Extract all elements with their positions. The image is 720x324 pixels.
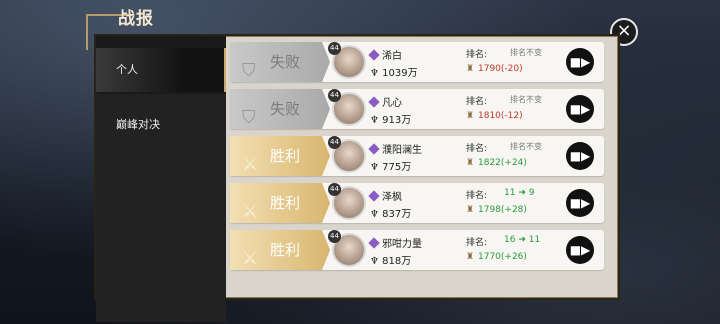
level-badge: 44 <box>328 42 341 55</box>
medal-icon: ♜ <box>466 252 475 262</box>
score-change: 1798(+28) <box>478 205 527 215</box>
battle-record-row[interactable]: ⚔ 胜利 44 濮阳澜生 ♆ 775万 排名: 排名不变 ♜ 1822(+24)… <box>230 136 604 176</box>
result-label: 胜利 <box>269 147 300 165</box>
rank-label: 排名: <box>466 50 488 60</box>
score-change: 1770(+26) <box>478 252 527 262</box>
page-title: 战报 <box>118 9 154 29</box>
replay-button[interactable]: ■▶ <box>566 189 594 217</box>
score-change: 1822(+24) <box>478 158 527 168</box>
medal-icon: ♜ <box>466 64 475 74</box>
battle-record-row[interactable]: ⛉ 失败 44 凡心 ♆ 913万 排名: 排名不变 ♜ 1810(-12) ■… <box>230 89 604 129</box>
player-name: 邪咁力量 <box>368 235 422 250</box>
tab-label: 个人 <box>116 63 138 76</box>
battle-record-row[interactable]: ⚔ 胜利 44 邪咁力量 ♆ 818万 排名: 16 ➜ 11 ♜ 1770(+… <box>230 230 604 270</box>
rank-label: 排名: <box>466 238 488 248</box>
power-icon: ♆ <box>370 162 383 173</box>
level-badge: 44 <box>328 230 341 243</box>
result-badge: ⚔ 胜利 <box>230 230 330 270</box>
replay-button[interactable]: ■▶ <box>566 48 594 76</box>
video-camera-icon: ■▶ <box>569 102 591 116</box>
rank-label: 排名: <box>466 144 488 154</box>
tab-peak-duel[interactable]: 巅峰对决 <box>96 94 226 322</box>
result-label: 胜利 <box>269 194 300 212</box>
sidebar: 个人 巅峰对决 <box>96 36 226 322</box>
rank-change: 11 ➜ 9 <box>504 188 535 198</box>
power-value: ♆ 913万 <box>370 115 412 126</box>
power-icon: ♆ <box>370 115 383 126</box>
power-value: ♆ 1039万 <box>370 68 418 79</box>
result-label: 失败 <box>269 100 300 118</box>
level-badge: 44 <box>328 183 341 196</box>
level-badge: 44 <box>328 136 341 149</box>
result-badge: ⛉ 失败 <box>230 42 330 82</box>
power-value: ♆ 837万 <box>370 209 412 220</box>
power-icon: ♆ <box>370 256 383 267</box>
replay-button[interactable]: ■▶ <box>566 95 594 123</box>
medal-icon: ♜ <box>466 111 475 121</box>
result-badge: ⚔ 胜利 <box>230 183 330 223</box>
battle-record-row[interactable]: ⚔ 胜利 44 泽枫 ♆ 837万 排名: 11 ➜ 9 ♜ 1798(+28)… <box>230 183 604 223</box>
power-icon: ♆ <box>370 209 383 220</box>
rank-label: 排名: <box>466 97 488 107</box>
video-camera-icon: ■▶ <box>569 196 591 210</box>
rank-change: 16 ➜ 11 <box>504 235 541 245</box>
purple-gem-icon <box>368 96 380 108</box>
replay-button[interactable]: ■▶ <box>566 142 594 170</box>
power-value: ♆ 818万 <box>370 256 412 267</box>
result-label: 胜利 <box>269 241 300 259</box>
player-name: 浠白 <box>368 47 402 62</box>
result-badge: ⚔ 胜利 <box>230 136 330 176</box>
battle-record-row[interactable]: ⛉ 失败 44 浠白 ♆ 1039万 排名: 排名不变 ♜ 1790(-20) … <box>230 42 604 82</box>
player-name: 泽枫 <box>368 188 402 203</box>
rank-status: 排名不变 <box>510 95 542 104</box>
medal-icon: ♜ <box>466 205 475 215</box>
tab-label: 巅峰对决 <box>116 118 160 131</box>
score-change: 1790(-20) <box>478 64 523 74</box>
rank-label: 排名: <box>466 191 488 201</box>
replay-button[interactable]: ■▶ <box>566 236 594 264</box>
rank-status: 排名不变 <box>510 142 542 151</box>
medal-icon: ♜ <box>466 158 475 168</box>
close-icon: × <box>616 20 632 41</box>
power-icon: ♆ <box>370 68 383 79</box>
purple-gem-icon <box>368 190 380 202</box>
result-badge: ⛉ 失败 <box>230 89 330 129</box>
score-change: 1810(-12) <box>478 111 523 121</box>
video-camera-icon: ■▶ <box>569 149 591 163</box>
video-camera-icon: ■▶ <box>569 55 591 69</box>
tab-personal[interactable]: 个人 <box>96 48 226 92</box>
level-badge: 44 <box>328 89 341 102</box>
power-value: ♆ 775万 <box>370 162 412 173</box>
player-name: 凡心 <box>368 94 402 109</box>
purple-gem-icon <box>368 237 380 249</box>
video-camera-icon: ■▶ <box>569 243 591 257</box>
purple-gem-icon <box>368 143 380 155</box>
rank-status: 排名不变 <box>510 48 542 57</box>
result-label: 失败 <box>269 53 300 71</box>
purple-gem-icon <box>368 49 380 61</box>
player-name: 濮阳澜生 <box>368 141 422 156</box>
